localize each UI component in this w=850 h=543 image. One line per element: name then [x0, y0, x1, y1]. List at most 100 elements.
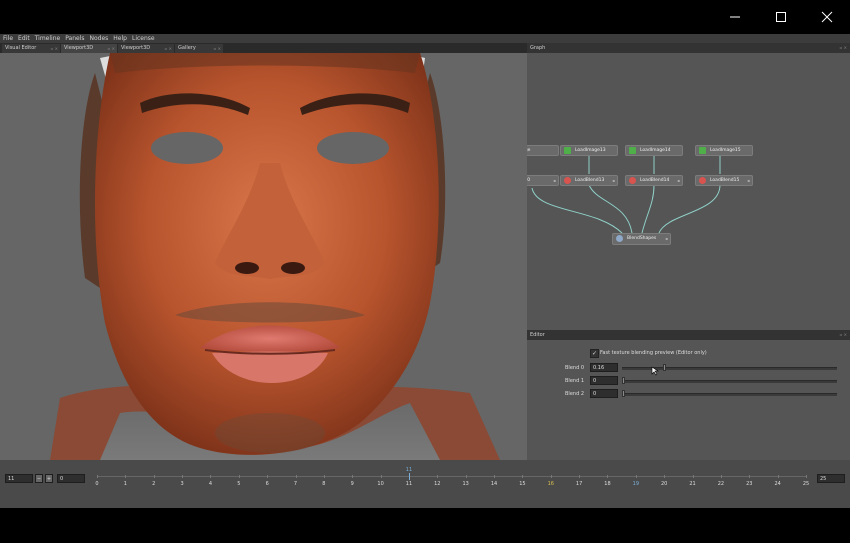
timeline-tick [664, 475, 666, 478]
maximize-button[interactable] [758, 0, 804, 34]
tab-visual-editor[interactable]: Visual Editor ▫ × [2, 44, 60, 53]
timeline-tick [352, 475, 354, 478]
graph-node-load-blend[interactable]: sh0 ▪ [527, 175, 559, 186]
playhead-marker[interactable] [408, 473, 410, 480]
timeline-tick [635, 475, 637, 478]
blend-2-slider-track[interactable] [622, 393, 837, 396]
timeline-tick [465, 475, 467, 478]
connection-line [641, 184, 655, 234]
timeline-tick-label: 21 [689, 481, 696, 487]
port-icon: ▪ [612, 178, 615, 183]
blend-2-value-field[interactable]: 0 [590, 389, 618, 398]
timeline-tick [295, 475, 297, 478]
blend-0-label: Blend 0 [565, 365, 585, 371]
graph-connections [531, 156, 721, 234]
timeline-tick [806, 475, 807, 478]
node-label: LoadBlend14 [640, 178, 670, 183]
mouse-cursor-icon [651, 366, 659, 376]
timeline-tick-label: 2 [152, 481, 156, 487]
menu-file[interactable]: File [0, 34, 15, 43]
menu-license[interactable]: License [129, 34, 157, 43]
node-label: LoadBlend13 [575, 178, 605, 183]
tab-viewport3d-2[interactable]: Viewport3D ▫ × [118, 44, 174, 53]
image-icon [699, 147, 706, 154]
timeline-tick-label: 13 [462, 481, 469, 487]
tab-close-icon[interactable]: ▫ × [108, 44, 115, 53]
node-label: LoadImage14 [640, 148, 671, 153]
timeline-tick [380, 475, 382, 478]
fast-preview-checkbox[interactable]: ✓ [590, 349, 599, 358]
node-label: BlendShapes [627, 236, 657, 241]
timeline-tick-label: 9 [350, 481, 354, 487]
tab-label: Viewport3D [121, 45, 151, 51]
blend-2-label: Blend 2 [565, 391, 585, 397]
graph-node-load-image-14[interactable]: LoadImage14 [625, 145, 683, 156]
editor-panel-header: Editor ▫ × [527, 330, 850, 340]
graph-node-blend-shapes[interactable]: BlendShapes ▪ [612, 233, 671, 245]
node-label: LoadImage13 [575, 148, 606, 153]
graph-node-load-blend-13[interactable]: LoadBlend13 ▪ [560, 175, 618, 186]
timeline-tick-label: 6 [265, 481, 269, 487]
timeline-tick-label: 8 [322, 481, 326, 487]
close-button[interactable] [804, 0, 850, 34]
tab-gallery[interactable]: Gallery ▫ × [175, 44, 223, 53]
minimize-icon [730, 16, 740, 18]
blend-icon [699, 177, 706, 184]
node-label: sh0 [527, 178, 531, 183]
timeline-tick-label: 1 [123, 481, 127, 487]
timeline-ruler[interactable]: 0 1 2 3 4 5 6 7 8 9 10 11 12 13 14 15 16 17 18 19 20 21 22 23 24… [0, 460, 850, 508]
menu-panels[interactable]: Panels [62, 34, 86, 43]
graph-node-load-image-13[interactable]: LoadImage13 [560, 145, 618, 156]
port-icon: ▪ [677, 178, 680, 183]
graph-node-load-blend-14[interactable]: LoadBlend14 ▪ [625, 175, 683, 186]
port-icon: ▪ [665, 236, 668, 241]
timeline-tick-label: 12 [434, 481, 441, 487]
timeline-tick-label: 18 [604, 481, 611, 487]
tab-close-icon[interactable]: ▫ × [214, 44, 221, 53]
graph-node-load-image[interactable]: age [527, 145, 559, 156]
timeline-tick [210, 475, 212, 478]
image-icon [629, 147, 636, 154]
menu-timeline[interactable]: Timeline [32, 34, 63, 43]
timeline-tick-label: 22 [717, 481, 725, 487]
tab-label: Gallery [178, 45, 196, 51]
timeline-tick-label: 19 [632, 481, 640, 487]
tab-close-icon[interactable]: ▫ × [165, 44, 172, 53]
graph-node-load-blend-15[interactable]: LoadBlend15 ▪ [695, 175, 753, 186]
blend-2-slider-handle[interactable] [622, 390, 625, 397]
menu-nodes[interactable]: Nodes [87, 34, 111, 43]
connection-line [658, 184, 721, 234]
menu-help[interactable]: Help [110, 34, 129, 43]
minimize-button[interactable] [712, 0, 758, 34]
timeline-tick-label: 7 [293, 481, 298, 487]
panel-controls-icon[interactable]: ▫ × [840, 43, 847, 53]
timeline-tick-label: 4 [208, 481, 213, 487]
timeline-tick [153, 475, 155, 478]
graph-node-load-image-15[interactable]: LoadImage15 [695, 145, 753, 156]
timeline-tick [182, 475, 184, 478]
tab-viewport3d-1[interactable]: Viewport3D ▫ × [61, 44, 117, 53]
menu-bar: File Edit Timeline Panels Nodes Help License [0, 34, 850, 43]
port-icon: ▪ [747, 178, 750, 183]
tab-label: Viewport3D [64, 45, 94, 51]
viewport-3d[interactable] [0, 53, 527, 460]
blend-icon [629, 177, 636, 184]
timeline-tick [550, 475, 552, 478]
tab-label: Visual Editor [5, 45, 37, 51]
blend-1-slider-track[interactable] [622, 380, 837, 383]
node-label: LoadImage15 [710, 148, 741, 153]
graph-panel-header: Graph ▫ × [527, 43, 850, 53]
panel-controls-icon[interactable]: ▫ × [840, 330, 847, 340]
node-graph-canvas[interactable]: age LoadImage13 LoadImage14 LoadImage15 … [527, 53, 850, 330]
menu-edit[interactable]: Edit [15, 34, 32, 43]
blend-1-slider-handle[interactable] [622, 377, 625, 384]
tab-close-icon[interactable]: ▫ × [51, 44, 58, 53]
timeline-tick-label: 11 [405, 481, 413, 487]
timeline-tick-label: 15 [519, 481, 526, 487]
timeline-tick-label: 17 [575, 481, 583, 487]
timeline-tick [720, 475, 722, 478]
blend-1-value-field[interactable]: 0 [590, 376, 618, 385]
blend-0-value-field[interactable]: 0.16 [590, 363, 618, 372]
timeline-tick-label: 3 [180, 481, 184, 487]
blend-0-slider-handle[interactable] [663, 364, 666, 371]
